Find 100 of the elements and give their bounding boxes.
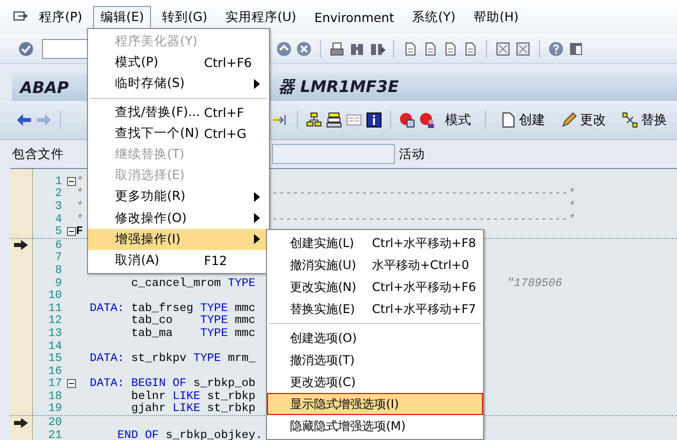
code-token: F [76, 225, 83, 238]
menu-bar-item[interactable]: 转到(G) [154, 6, 214, 28]
hierarchy-icon[interactable] [306, 112, 322, 128]
toolbar-button[interactable]: 替换 [616, 109, 673, 131]
line-number: 3 [54, 200, 63, 213]
line-number: 15 [47, 352, 63, 366]
code-token: gjahr [130, 402, 167, 416]
menu-bar-item[interactable]: 系统(Y) [405, 6, 463, 28]
back-arrow-icon[interactable] [16, 112, 32, 128]
toolbar-button[interactable]: 创建 [494, 109, 551, 131]
code-token: tab_co [130, 314, 174, 328]
code-token: TYPE [200, 314, 228, 328]
line-number: 8 [54, 264, 63, 277]
line-number: 7 [54, 251, 63, 264]
line-number: 9 [54, 276, 63, 290]
code-token: "1789506 [507, 276, 562, 290]
code-token: st_rbkpv [130, 352, 188, 366]
menu-item[interactable]: 模式(P) Ctrl+F6 [88, 52, 269, 74]
menu-item[interactable]: 更改实施(N) Ctrl+水平移动+F6 [267, 276, 483, 298]
menu-item[interactable]: 取消(A) F12 [88, 250, 269, 272]
check-icon[interactable] [18, 40, 34, 56]
menu-bar-item[interactable]: Environment [307, 6, 402, 28]
code-token: LIKE [172, 390, 200, 403]
line-number: 14 [47, 340, 63, 353]
stop-user-icon[interactable] [419, 112, 435, 128]
replace-icon [622, 112, 638, 128]
line-number: 19 [47, 402, 63, 416]
menu-item[interactable]: 更改选项(C) [267, 371, 483, 393]
info-icon[interactable] [366, 112, 382, 128]
code-token: mmc [234, 314, 256, 328]
menu-item[interactable]: 创建选项(O) [267, 327, 483, 349]
stop-window-icon[interactable] [399, 112, 415, 128]
menu-item[interactable]: 查找/替换(F)... Ctrl+F [88, 102, 269, 123]
code-token: * [76, 174, 83, 188]
line-number: 6 [54, 238, 63, 252]
window-icon[interactable] [495, 40, 511, 56]
code-token: BEGIN OF [130, 377, 186, 390]
menu-item[interactable]: 撤消实施(U) 水平移动+Ctrl+0 [267, 254, 483, 276]
menu-bar-item[interactable]: 程序(P) [32, 6, 90, 28]
line-number: 18 [47, 390, 63, 403]
line-number: 20 [47, 416, 63, 430]
window-icon[interactable] [515, 40, 531, 56]
code-token: TYPE [200, 302, 228, 315]
menu-item[interactable]: 更多功能(R) [88, 186, 269, 208]
code-token: s_rbkp_ob [192, 377, 256, 390]
line-number: 2 [54, 187, 63, 200]
code-token: * [76, 200, 83, 213]
collapse-icon[interactable] [66, 227, 76, 236]
collapse-icon[interactable] [66, 379, 76, 388]
code-token: st_rbkp [206, 402, 256, 416]
menu-item[interactable]: 撤消选项(T) [267, 349, 483, 371]
code-token: DATA: [88, 302, 124, 315]
code-token: TYPE [228, 276, 256, 290]
pencil-icon [561, 112, 577, 128]
include-field[interactable] [272, 144, 395, 164]
submenu-arrow-icon [254, 213, 260, 224]
line-number: 16 [47, 364, 63, 378]
layout-icon[interactable] [568, 40, 584, 56]
code-token: mmc [234, 302, 256, 315]
line-number: 11 [47, 302, 63, 315]
menu-bar-item[interactable]: 编辑(E) [93, 6, 151, 28]
toolbar-button[interactable]: 更改 [555, 109, 612, 131]
menu-item[interactable]: 增强操作(I) [88, 228, 269, 250]
code-token: LIKE [172, 402, 200, 416]
menu-bar-item[interactable]: 实用程序(U) [218, 6, 304, 28]
code-token: TYPE [193, 352, 221, 366]
code-token: DATA: [88, 352, 124, 366]
code-token: c_cancel_mrom [130, 276, 222, 290]
submenu-arrow-icon [254, 192, 260, 202]
cancel-icon[interactable] [296, 40, 312, 56]
menu-item[interactable]: 查找下一个(N) Ctrl+G [88, 122, 269, 144]
menu-item[interactable]: 显示隐式增强选项(I) [267, 393, 483, 415]
line-number: 5 [54, 225, 63, 238]
code-token: mmc [234, 326, 256, 340]
code-token: belnr [130, 390, 167, 403]
code-token: END OF [116, 428, 159, 440]
menu-item[interactable]: 临时存储(S) [88, 73, 269, 95]
line-number: 1 [54, 174, 63, 188]
line-number: 21 [47, 428, 63, 440]
submenu-arrow-icon [254, 234, 260, 244]
help-icon[interactable] [548, 40, 564, 56]
menu-item[interactable]: 隐藏隐式增强选项(M) [267, 415, 483, 437]
menu-bar-item[interactable]: 帮助(H) [466, 6, 526, 28]
code-token: TYPE [200, 326, 228, 340]
screen-title: 器 LMR1MF3E [278, 76, 399, 98]
code-token: st_rbkp [206, 390, 256, 403]
status-text: 活动 [399, 146, 425, 162]
line-number: 13 [47, 326, 63, 340]
line-number: 17 [47, 377, 63, 390]
code-token: -------------------------------------------* [271, 187, 575, 200]
menu-item[interactable]: 创建实施(L) Ctrl+水平移动+F8 [267, 232, 483, 254]
code-token: tab_frseg [130, 302, 194, 315]
menu-item[interactable]: 修改操作(O) [88, 208, 269, 229]
menu-item[interactable]: 替换实施(E) Ctrl+水平移动+F7 [267, 298, 483, 320]
printer-icon[interactable] [329, 40, 345, 56]
toolbar-button[interactable]: 模式 [439, 109, 477, 131]
code-token: * [76, 212, 83, 226]
stack-icon[interactable] [326, 112, 342, 128]
collapse-icon[interactable] [66, 176, 76, 186]
code-token: mrm_ [226, 352, 256, 366]
